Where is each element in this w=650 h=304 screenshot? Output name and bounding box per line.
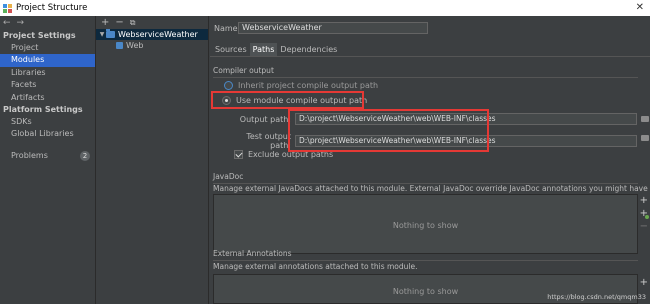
javadoc-list[interactable]: Nothing to show [213, 194, 638, 254]
javadoc-side-toolbar: + + − [640, 196, 650, 232]
back-arrow-icon[interactable]: ← [3, 18, 11, 28]
problems-label: Problems [11, 150, 48, 160]
tab-paths[interactable]: Paths [249, 43, 278, 56]
nav-item-problems[interactable]: Problems 2 [0, 150, 95, 162]
close-icon[interactable]: ✕ [636, 2, 644, 13]
copy-module-icon[interactable]: ⧉ [130, 18, 136, 28]
javadoc-title: JavaDoc [213, 172, 244, 181]
nav-item-project[interactable]: Project [0, 42, 95, 54]
expand-arrow-icon[interactable]: ▼ [98, 29, 106, 40]
nav-item-sdks[interactable]: SDKs [0, 116, 95, 128]
forward-arrow-icon[interactable]: → [17, 18, 25, 28]
problems-count-badge: 2 [80, 150, 90, 161]
compiler-output-title: Compiler output [213, 66, 274, 75]
settings-nav: ← → Project Settings Project Modules Lib… [0, 16, 96, 304]
tree-toolbar: + − ⧉ [96, 16, 208, 29]
tab-dependencies[interactable]: Dependencies [277, 43, 340, 56]
javadoc-empty-text: Nothing to show [392, 221, 459, 230]
tab-sources[interactable]: Sources [212, 43, 250, 56]
nav-item-artifacts[interactable]: Artifacts [0, 92, 95, 104]
module-name-row: Name: WebserviceWeather [214, 22, 428, 34]
remove-module-icon[interactable]: − [115, 17, 123, 28]
test-output-path-label: Test output path: [246, 132, 291, 150]
name-label: Name: [214, 23, 241, 33]
title-bar: Project Structure ✕ [0, 0, 650, 16]
highlight-box-radio [211, 91, 364, 109]
inherit-radio-dot[interactable] [224, 81, 233, 90]
output-path-label: Output path: [239, 114, 291, 124]
exclude-check-mark[interactable] [234, 150, 243, 159]
add-module-icon[interactable]: + [101, 17, 109, 28]
inherit-output-radio[interactable]: Inherit project compile output path [224, 81, 378, 90]
nav-item-modules[interactable]: Modules [0, 54, 95, 67]
module-name-input[interactable]: WebserviceWeather [238, 22, 428, 34]
external-annotations-title: External Annotations [213, 249, 292, 258]
module-tree: + − ⧉ ▼ WebserviceWeather Web [96, 16, 209, 304]
project-settings-header: Project Settings [3, 31, 76, 40]
nav-item-libraries[interactable]: Libraries [0, 67, 95, 79]
tree-node-module[interactable]: ▼ WebserviceWeather [96, 29, 208, 40]
javadoc-remove-icon[interactable]: − [640, 222, 648, 232]
compiler-divider [213, 77, 638, 78]
javadoc-add-icon[interactable]: + [640, 196, 648, 206]
module-tabs: Sources Paths Dependencies [212, 43, 340, 56]
platform-settings-header: Platform Settings [3, 104, 83, 114]
tab-divider [210, 56, 650, 57]
nav-item-facets[interactable]: Facets [0, 79, 95, 91]
watermark-text: https://blog.csdn.net/qmqm33 [547, 293, 646, 301]
annotations-add-icon[interactable]: + [640, 278, 648, 288]
inherit-output-label: Inherit project compile output path [238, 81, 379, 90]
module-settings-panel: Name: WebserviceWeather Sources Paths De… [210, 16, 650, 304]
intellij-app-icon [3, 3, 12, 13]
highlight-box-paths [288, 109, 489, 152]
nav-arrows: ← → [0, 16, 95, 30]
javadoc-add-url-icon[interactable]: + [640, 209, 650, 219]
test-output-browse-folder-icon[interactable] [641, 135, 649, 141]
web-facet-icon [116, 42, 123, 49]
annotations-divider [213, 260, 638, 261]
nav-item-global-libraries[interactable]: Global Libraries [0, 128, 95, 140]
module-folder-icon [106, 29, 115, 38]
module-node-label: WebserviceWeather [118, 30, 198, 39]
annotations-description: Manage external annotations attached to … [213, 262, 418, 271]
output-browse-folder-icon[interactable] [641, 116, 649, 122]
window-title: Project Structure [16, 3, 88, 13]
web-facet-label: Web [126, 41, 144, 50]
annotations-side-toolbar: + [640, 278, 648, 288]
tree-node-web-facet[interactable]: Web [96, 40, 208, 51]
